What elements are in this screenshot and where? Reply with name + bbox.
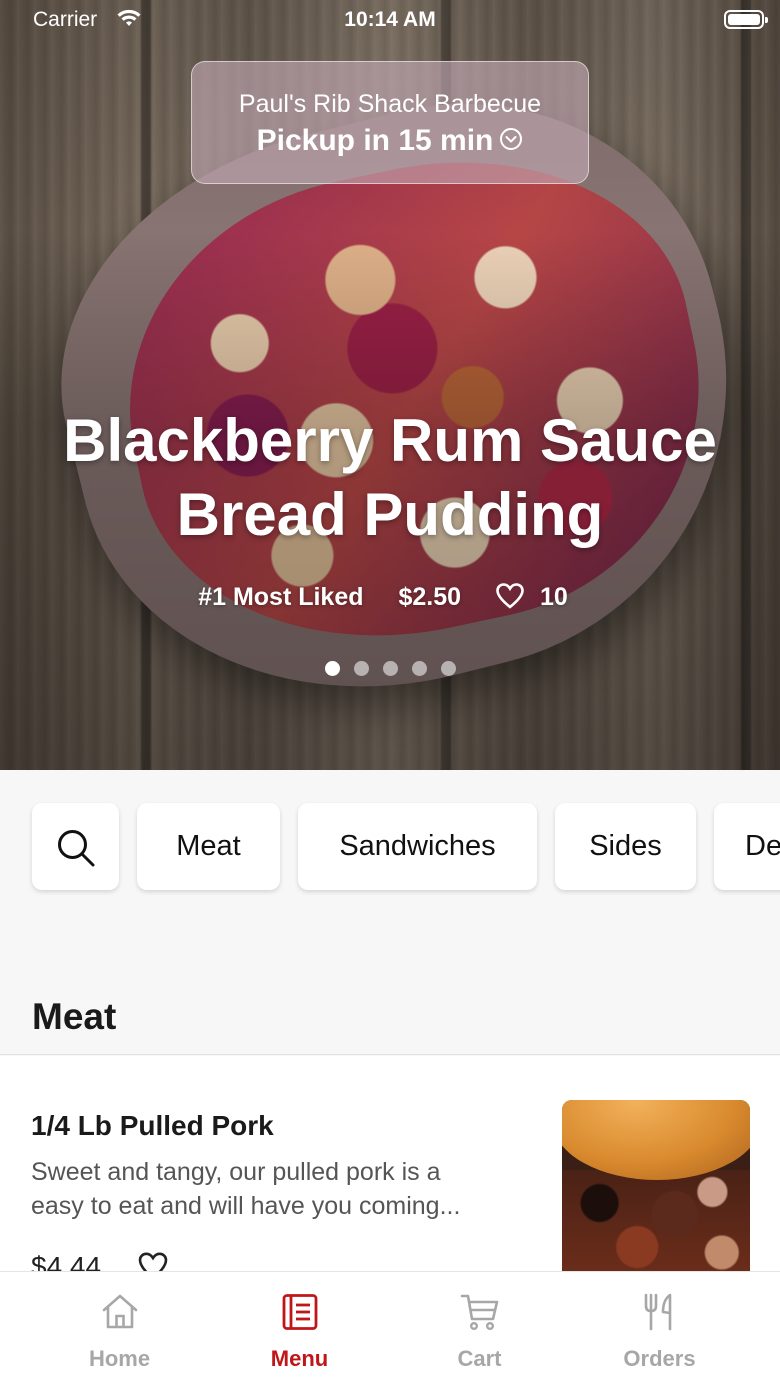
clock: 10:14 AM [344,8,436,31]
section-title: Meat [32,996,117,1037]
search-icon [58,830,95,867]
featured-price: $2.50 [398,583,462,611]
featured-item-meta: #1 Most Liked $2.50 10 [0,583,780,612]
status-bar: Carrier 10:14 AM [0,0,780,40]
search-button[interactable] [32,803,119,890]
carousel-dot[interactable] [353,661,369,676]
pickup-time-row[interactable]: Pickup in 15 min [192,124,588,158]
menu-icon [282,1294,318,1330]
carousel-page-indicator[interactable] [0,661,780,681]
category-chip-bar[interactable]: Meat Sandwiches Sides De [0,770,780,920]
carousel-dot[interactable] [440,661,456,676]
featured-likes[interactable]: 10 [496,583,582,611]
chevron-down-circle-icon [500,128,523,150]
tab-home[interactable]: Home [22,1272,217,1387]
pickup-selector[interactable]: Paul's Rib Shack Barbecue Pickup in 15 m… [191,61,589,184]
menu-item-card[interactable]: 1/4 Lb Pulled Pork Sweet and tangy, our … [0,1056,780,1282]
restaurant-name: Paul's Rib Shack Barbecue [238,90,542,118]
pickup-time-label: Pickup in 15 min [256,124,494,157]
carousel-dot[interactable] [411,661,427,676]
category-chip-sides[interactable]: Sides [555,803,696,890]
carousel-dot[interactable] [324,661,340,676]
tab-cart[interactable]: Cart [382,1272,577,1387]
category-chip-sandwiches[interactable]: Sandwiches [298,803,537,890]
featured-rank: #1 Most Liked [198,583,364,611]
home-icon [102,1294,138,1329]
tab-menu-label: Menu [270,1346,329,1371]
tab-home-label: Home [88,1346,151,1371]
featured-hero[interactable]: Carrier 10:14 AM Paul's Rib Shack Barbec… [0,0,780,770]
carousel-dot[interactable] [382,661,398,676]
category-chip-meat[interactable]: Meat [137,803,280,890]
tab-bar: Home Menu Cart Orders [0,1271,780,1387]
tab-orders-label: Orders [623,1346,696,1371]
category-chip-desserts[interactable]: De [714,803,780,890]
battery-icon [724,10,768,29]
tab-menu[interactable]: Menu [202,1272,397,1387]
cart-icon [460,1294,499,1331]
menu-section-header: Meat [0,920,780,1055]
tab-orders[interactable]: Orders [562,1272,757,1387]
utensils-icon [644,1293,672,1331]
tab-cart-label: Cart [457,1346,502,1371]
menu-item-description: Sweet and tangy, our pulled pork is a ea… [31,1158,461,1220]
menu-item-name: 1/4 Lb Pulled Pork [31,1110,274,1141]
featured-item-title: Blackberry Rum Sauce Bread Pudding [63,407,717,548]
menu-item-image [562,1100,750,1280]
heart-icon [496,583,524,609]
